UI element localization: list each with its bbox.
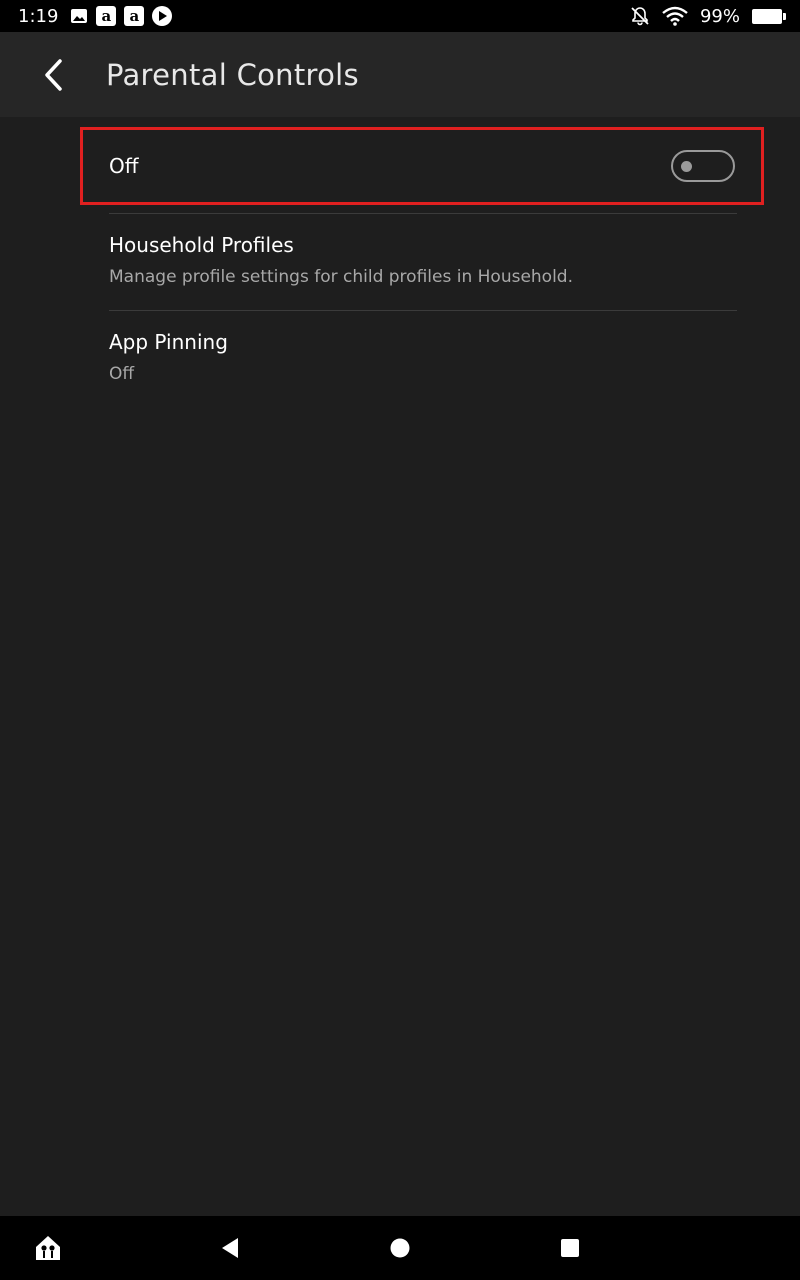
play-icon (152, 6, 173, 26)
item-subtitle: Off (109, 364, 135, 384)
wifi-icon (662, 6, 688, 26)
image-icon (70, 8, 88, 24)
divider (109, 310, 737, 311)
recents-square-icon (561, 1239, 579, 1257)
app-header: Parental Controls (0, 32, 800, 117)
switch-knob (681, 161, 692, 172)
back-triangle-icon (222, 1238, 238, 1258)
parental-controls-switch[interactable] (671, 150, 735, 182)
back-nav-button[interactable] (212, 1230, 248, 1266)
amazon-icon: a (124, 6, 145, 26)
chevron-left-icon (45, 58, 62, 91)
amazon-icon: a (96, 6, 117, 26)
navigation-bar (0, 1216, 800, 1280)
battery-percent: 99% (699, 5, 740, 27)
status-bar: 1:19 a a 99% (0, 0, 800, 32)
page-title: Parental Controls (106, 57, 359, 92)
list-item-app-pinning[interactable]: App Pinning Off (109, 330, 737, 384)
toggle-label: Off (109, 154, 139, 178)
bell-off-icon (630, 6, 650, 26)
back-button[interactable] (24, 45, 84, 105)
item-title: Household Profiles (109, 233, 294, 257)
item-title: App Pinning (109, 330, 228, 354)
home-nav-button[interactable] (382, 1230, 418, 1266)
kids-home-button[interactable] (30, 1230, 66, 1266)
divider (109, 213, 737, 214)
status-left: 1:19 a a (18, 5, 173, 27)
home-circle-icon (390, 1238, 410, 1258)
kids-home-icon (36, 1236, 60, 1260)
parental-controls-toggle-row[interactable]: Off (80, 127, 764, 205)
recents-nav-button[interactable] (552, 1230, 588, 1266)
item-subtitle: Manage profile settings for child profil… (109, 267, 573, 287)
status-right: 99% (630, 5, 786, 27)
battery-icon (752, 8, 786, 24)
status-time: 1:19 (18, 5, 59, 27)
list-item-household-profiles[interactable]: Household Profiles Manage profile settin… (109, 233, 737, 287)
